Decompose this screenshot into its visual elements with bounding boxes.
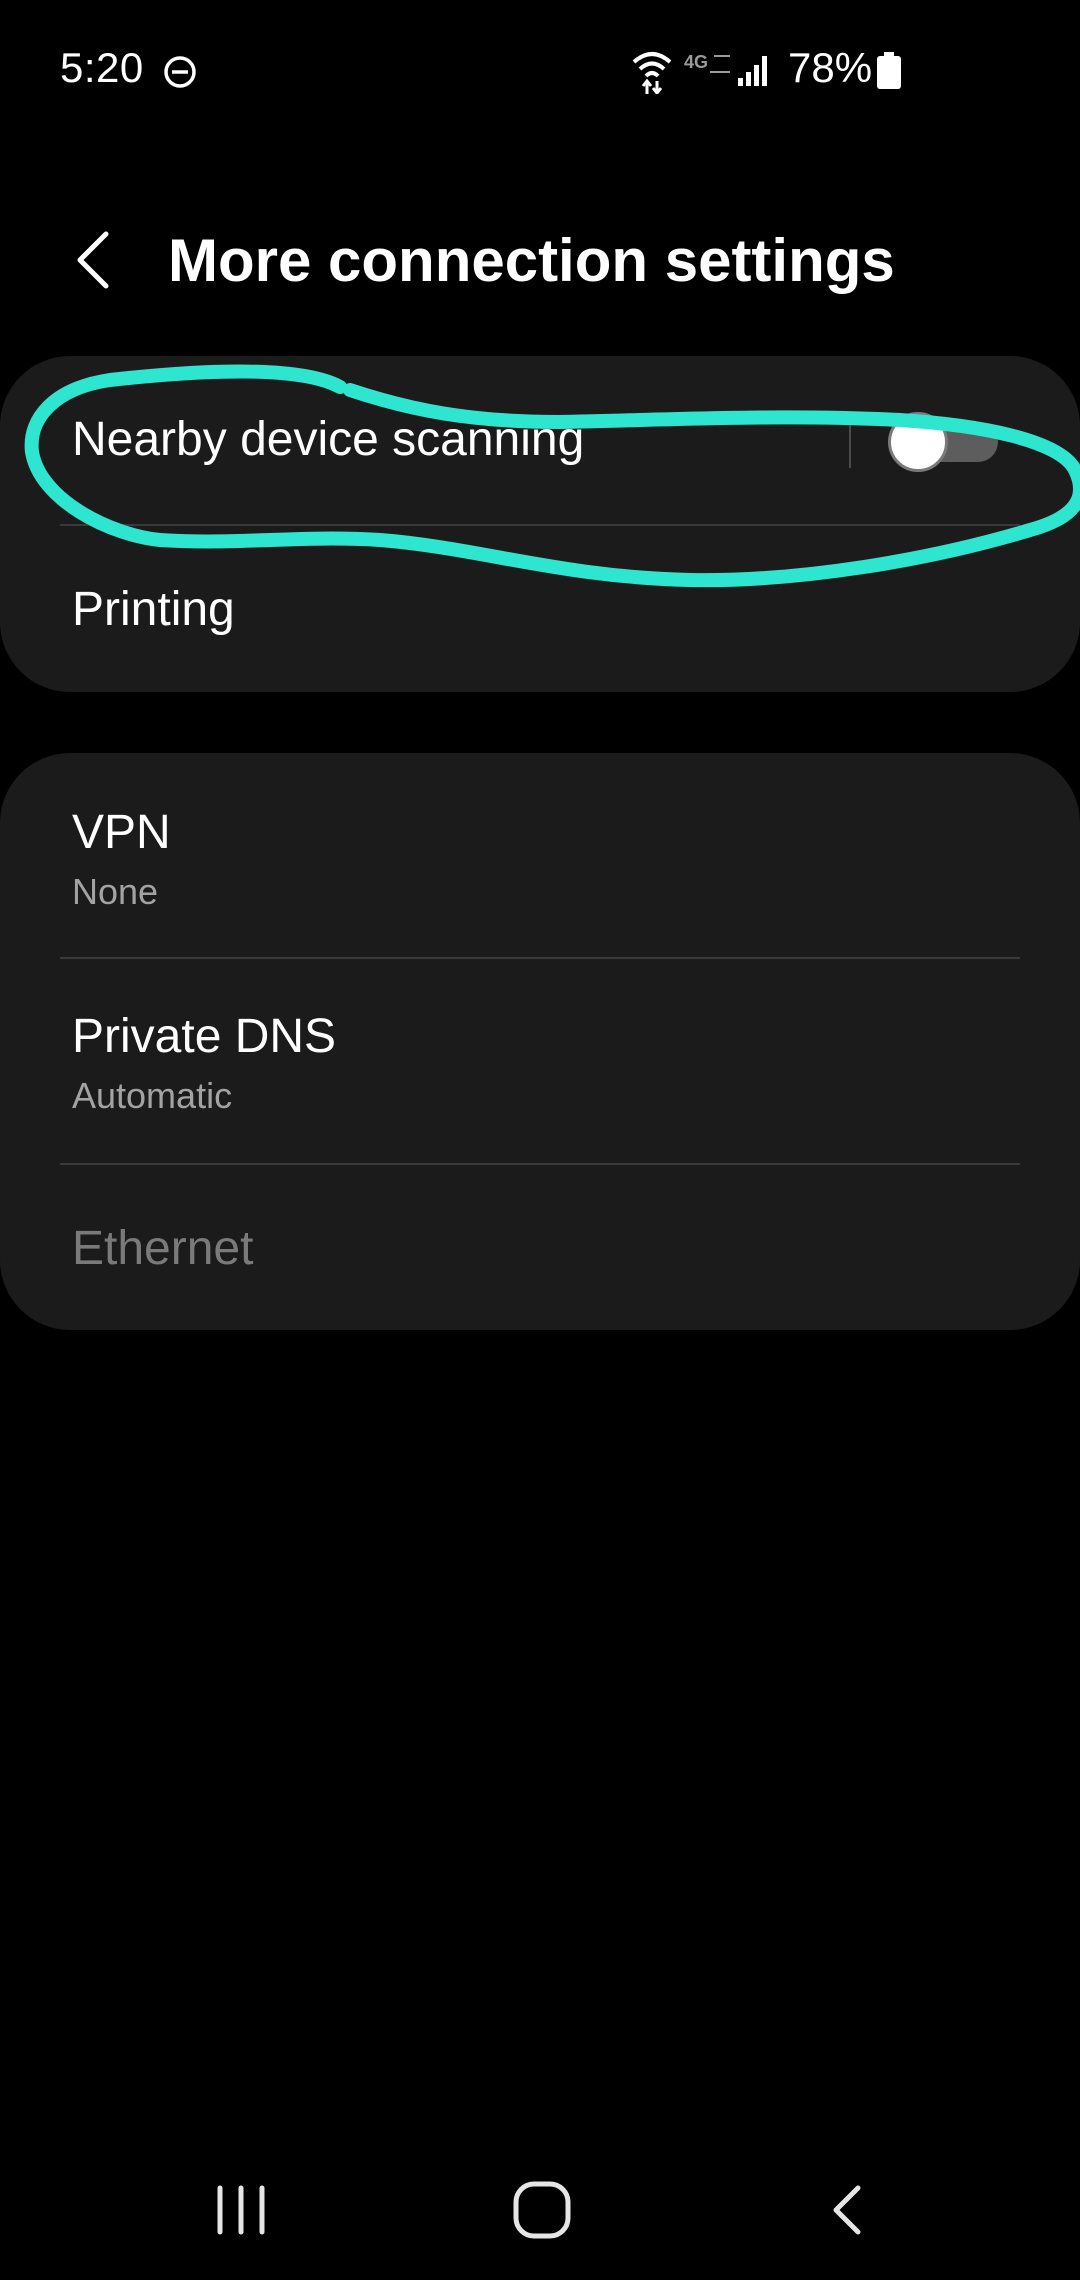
toggle-thumb [888,412,948,472]
ethernet-row: Ethernet [0,1165,1080,1330]
vpn-value: None [72,871,159,912]
screen: 5:20 4G 78% More connection settings Nea… [0,0,1080,2280]
status-bar: 5:20 4G 78% [0,0,1080,140]
back-icon[interactable] [820,2182,876,2238]
printing-label: Printing [72,583,235,636]
page-title: More connection settings [168,227,895,294]
private-dns-row[interactable]: Private DNS Automatic [0,959,1080,1163]
recent-apps-icon[interactable] [208,2182,274,2238]
settings-card-network: VPN None Private DNS Automatic Ethernet [0,753,1080,1330]
printing-row[interactable]: Printing [0,526,1080,692]
do-not-disturb-icon [164,56,196,88]
settings-card-connectivity: Nearby device scanning Printing [0,356,1080,692]
nearby-device-scanning-label: Nearby device scanning [72,413,585,466]
navigation-bar [0,2150,1080,2280]
status-time: 5:20 [60,44,144,91]
chevron-left-icon [77,231,109,289]
svg-text:4G: 4G [684,52,708,72]
toggle-separator [849,416,851,468]
signal-icon [738,56,767,86]
nearby-device-scanning-toggle[interactable] [888,412,1000,472]
home-icon[interactable] [510,2178,574,2242]
4g-network-icon: 4G [684,52,730,73]
ethernet-label: Ethernet [72,1222,254,1275]
back-button[interactable] [64,224,124,296]
wifi-icon [632,52,672,94]
vpn-row[interactable]: VPN None [0,753,1080,958]
private-dns-value: Automatic [72,1075,233,1116]
private-dns-label: Private DNS [72,1010,337,1063]
battery-percentage: 78% [788,44,873,91]
vpn-label: VPN [72,806,171,859]
nearby-device-scanning-row[interactable]: Nearby device scanning [0,356,1080,526]
battery-icon [877,52,901,89]
